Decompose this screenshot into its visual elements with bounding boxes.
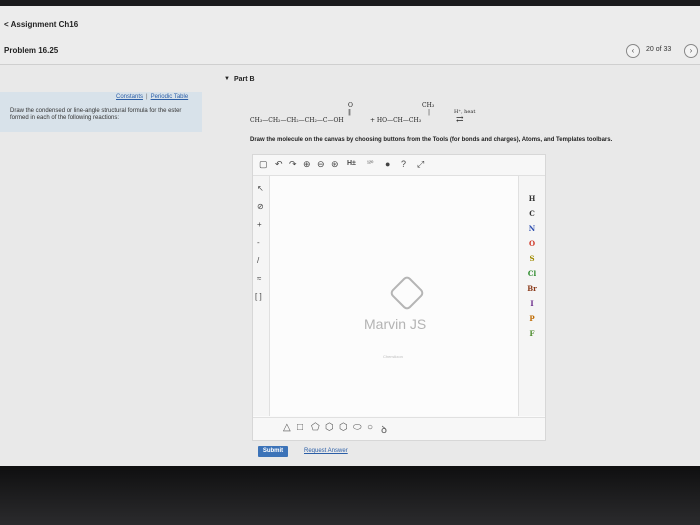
methyl-branch: CH₃ xyxy=(422,102,435,109)
marvin-watermark: Marvin JS xyxy=(364,316,427,332)
positive-charge-icon[interactable]: + xyxy=(257,220,262,229)
element-h-button[interactable]: H xyxy=(519,194,545,203)
redo-icon[interactable]: ↷ xyxy=(289,158,297,170)
element-cl-button[interactable]: Cl xyxy=(519,269,545,278)
constants-link[interactable]: Constants xyxy=(116,94,143,100)
drawing-directions: Draw the molecule on the canvas by choos… xyxy=(250,137,613,143)
request-answer-link[interactable]: Request Answer xyxy=(304,448,348,454)
carbonyl-double-bond: ‖ xyxy=(348,109,351,116)
cyclopentane-template-icon[interactable]: ⬠ xyxy=(311,422,320,433)
element-f-button[interactable]: F xyxy=(519,329,545,338)
instructions-text: Draw the condensed or line-angle structu… xyxy=(10,108,182,121)
collapse-caret-icon[interactable]: ▼ xyxy=(224,76,230,82)
atoms-toolbar: H C N O S Cl Br I P F xyxy=(518,176,545,416)
problem-title: Problem 16.25 xyxy=(4,46,59,55)
single-bond-icon[interactable]: / xyxy=(257,256,259,265)
chemaxon-watermark: ChemAxon xyxy=(383,354,403,359)
browser-screen: < Assignment Ch16 Problem 16.25 ‹ 20 of … xyxy=(0,6,700,466)
select-tool-icon[interactable]: ↖ xyxy=(257,184,264,193)
cyclopropane-template-icon[interactable]: △ xyxy=(283,422,291,433)
cycloheptane-template-icon[interactable]: ⬭ xyxy=(353,422,362,433)
negative-charge-icon[interactable]: - xyxy=(257,238,260,247)
back-to-assignment-link[interactable]: < Assignment Ch16 xyxy=(4,20,78,29)
carboxylic-acid: CH₃—CH₂—CH₂—CH₂—C—OH xyxy=(250,117,344,124)
zoom-in-icon[interactable]: ⊕ xyxy=(303,158,311,170)
explicit-hydrogens-icon[interactable]: H± xyxy=(347,158,356,170)
tools-toolbar: ↖ ⊘ + - / ≈ [ ] xyxy=(253,176,270,416)
marvin-editor: ▢ ↶ ↷ ⊕ ⊖ ⊛ H± ¹²⁰ ● ? ⤢ ↖ ⊘ + - / ≈ [ ]… xyxy=(252,154,546,441)
cyclooctane-template-icon[interactable]: ○ xyxy=(367,422,373,433)
previous-problem-button[interactable]: ‹ xyxy=(626,44,640,58)
element-i-button[interactable]: I xyxy=(519,299,545,308)
chevron-left-icon: ‹ xyxy=(631,46,635,55)
drawing-canvas[interactable]: Marvin JS ChemAxon xyxy=(270,176,518,416)
chevron-right-icon: › xyxy=(689,46,693,55)
next-problem-button[interactable]: › xyxy=(684,44,698,58)
part-label: Part B xyxy=(234,76,255,83)
equilibrium-arrow: ⇄ xyxy=(456,115,464,125)
benzene-template-icon[interactable]: ⬡ xyxy=(339,422,348,433)
laptop-bezel xyxy=(0,466,700,525)
info-icon[interactable]: ● xyxy=(385,158,390,170)
element-o-button[interactable]: O xyxy=(519,239,545,248)
branch-bond: | xyxy=(428,109,431,116)
chain-tool-icon[interactable]: ≈ xyxy=(257,274,261,283)
cyclobutane-template-icon[interactable]: □ xyxy=(297,422,303,433)
resource-links: Constants | Periodic Table xyxy=(116,94,188,100)
templates-toolbar: △ □ ⬠ ⬡ ⬡ ⬭ ○ ꝺ xyxy=(253,417,545,440)
submit-button[interactable]: Submit xyxy=(258,446,288,457)
help-icon[interactable]: ? xyxy=(401,158,406,170)
top-toolbar: ▢ ↶ ↷ ⊕ ⊖ ⊛ H± ¹²⁰ ● ? ⤢ xyxy=(253,155,545,176)
element-br-button[interactable]: Br xyxy=(519,284,545,293)
page-counter: 20 of 33 xyxy=(646,46,672,53)
link-separator: | xyxy=(146,94,148,100)
alcohol: + HO—CH—CH₃ xyxy=(370,117,422,124)
reaction-equation: O ‖ CH₃ | CH₃—CH₂—CH₂—CH₂—C—OH + HO—CH—C… xyxy=(250,102,510,128)
bracket-tool-icon[interactable]: [ ] xyxy=(255,292,262,301)
element-s-button[interactable]: S xyxy=(519,254,545,263)
element-n-button[interactable]: N xyxy=(519,224,545,233)
undo-icon[interactable]: ↶ xyxy=(275,158,283,170)
marvin-logo-icon xyxy=(388,274,426,312)
cip-stereo-icon[interactable]: ¹²⁰ xyxy=(367,158,373,170)
element-c-button[interactable]: C xyxy=(519,209,545,218)
header-bar: < Assignment Ch16 Problem 16.25 ‹ 20 of … xyxy=(0,6,700,65)
new-document-icon[interactable]: ▢ xyxy=(259,158,268,170)
cyclohexane-template-icon[interactable]: ⬡ xyxy=(325,422,334,433)
element-p-button[interactable]: P xyxy=(519,314,545,323)
periodic-table-link[interactable]: Periodic Table xyxy=(151,94,189,100)
erase-tool-icon[interactable]: ⊘ xyxy=(257,202,264,211)
fullscreen-icon[interactable]: ⤢ xyxy=(417,158,424,170)
carbonyl-oxygen: O xyxy=(348,102,353,109)
chair-template-icon[interactable]: ꝺ xyxy=(381,422,387,436)
zoom-fit-icon[interactable]: ⊛ xyxy=(331,158,339,170)
zoom-out-icon[interactable]: ⊖ xyxy=(317,158,325,170)
